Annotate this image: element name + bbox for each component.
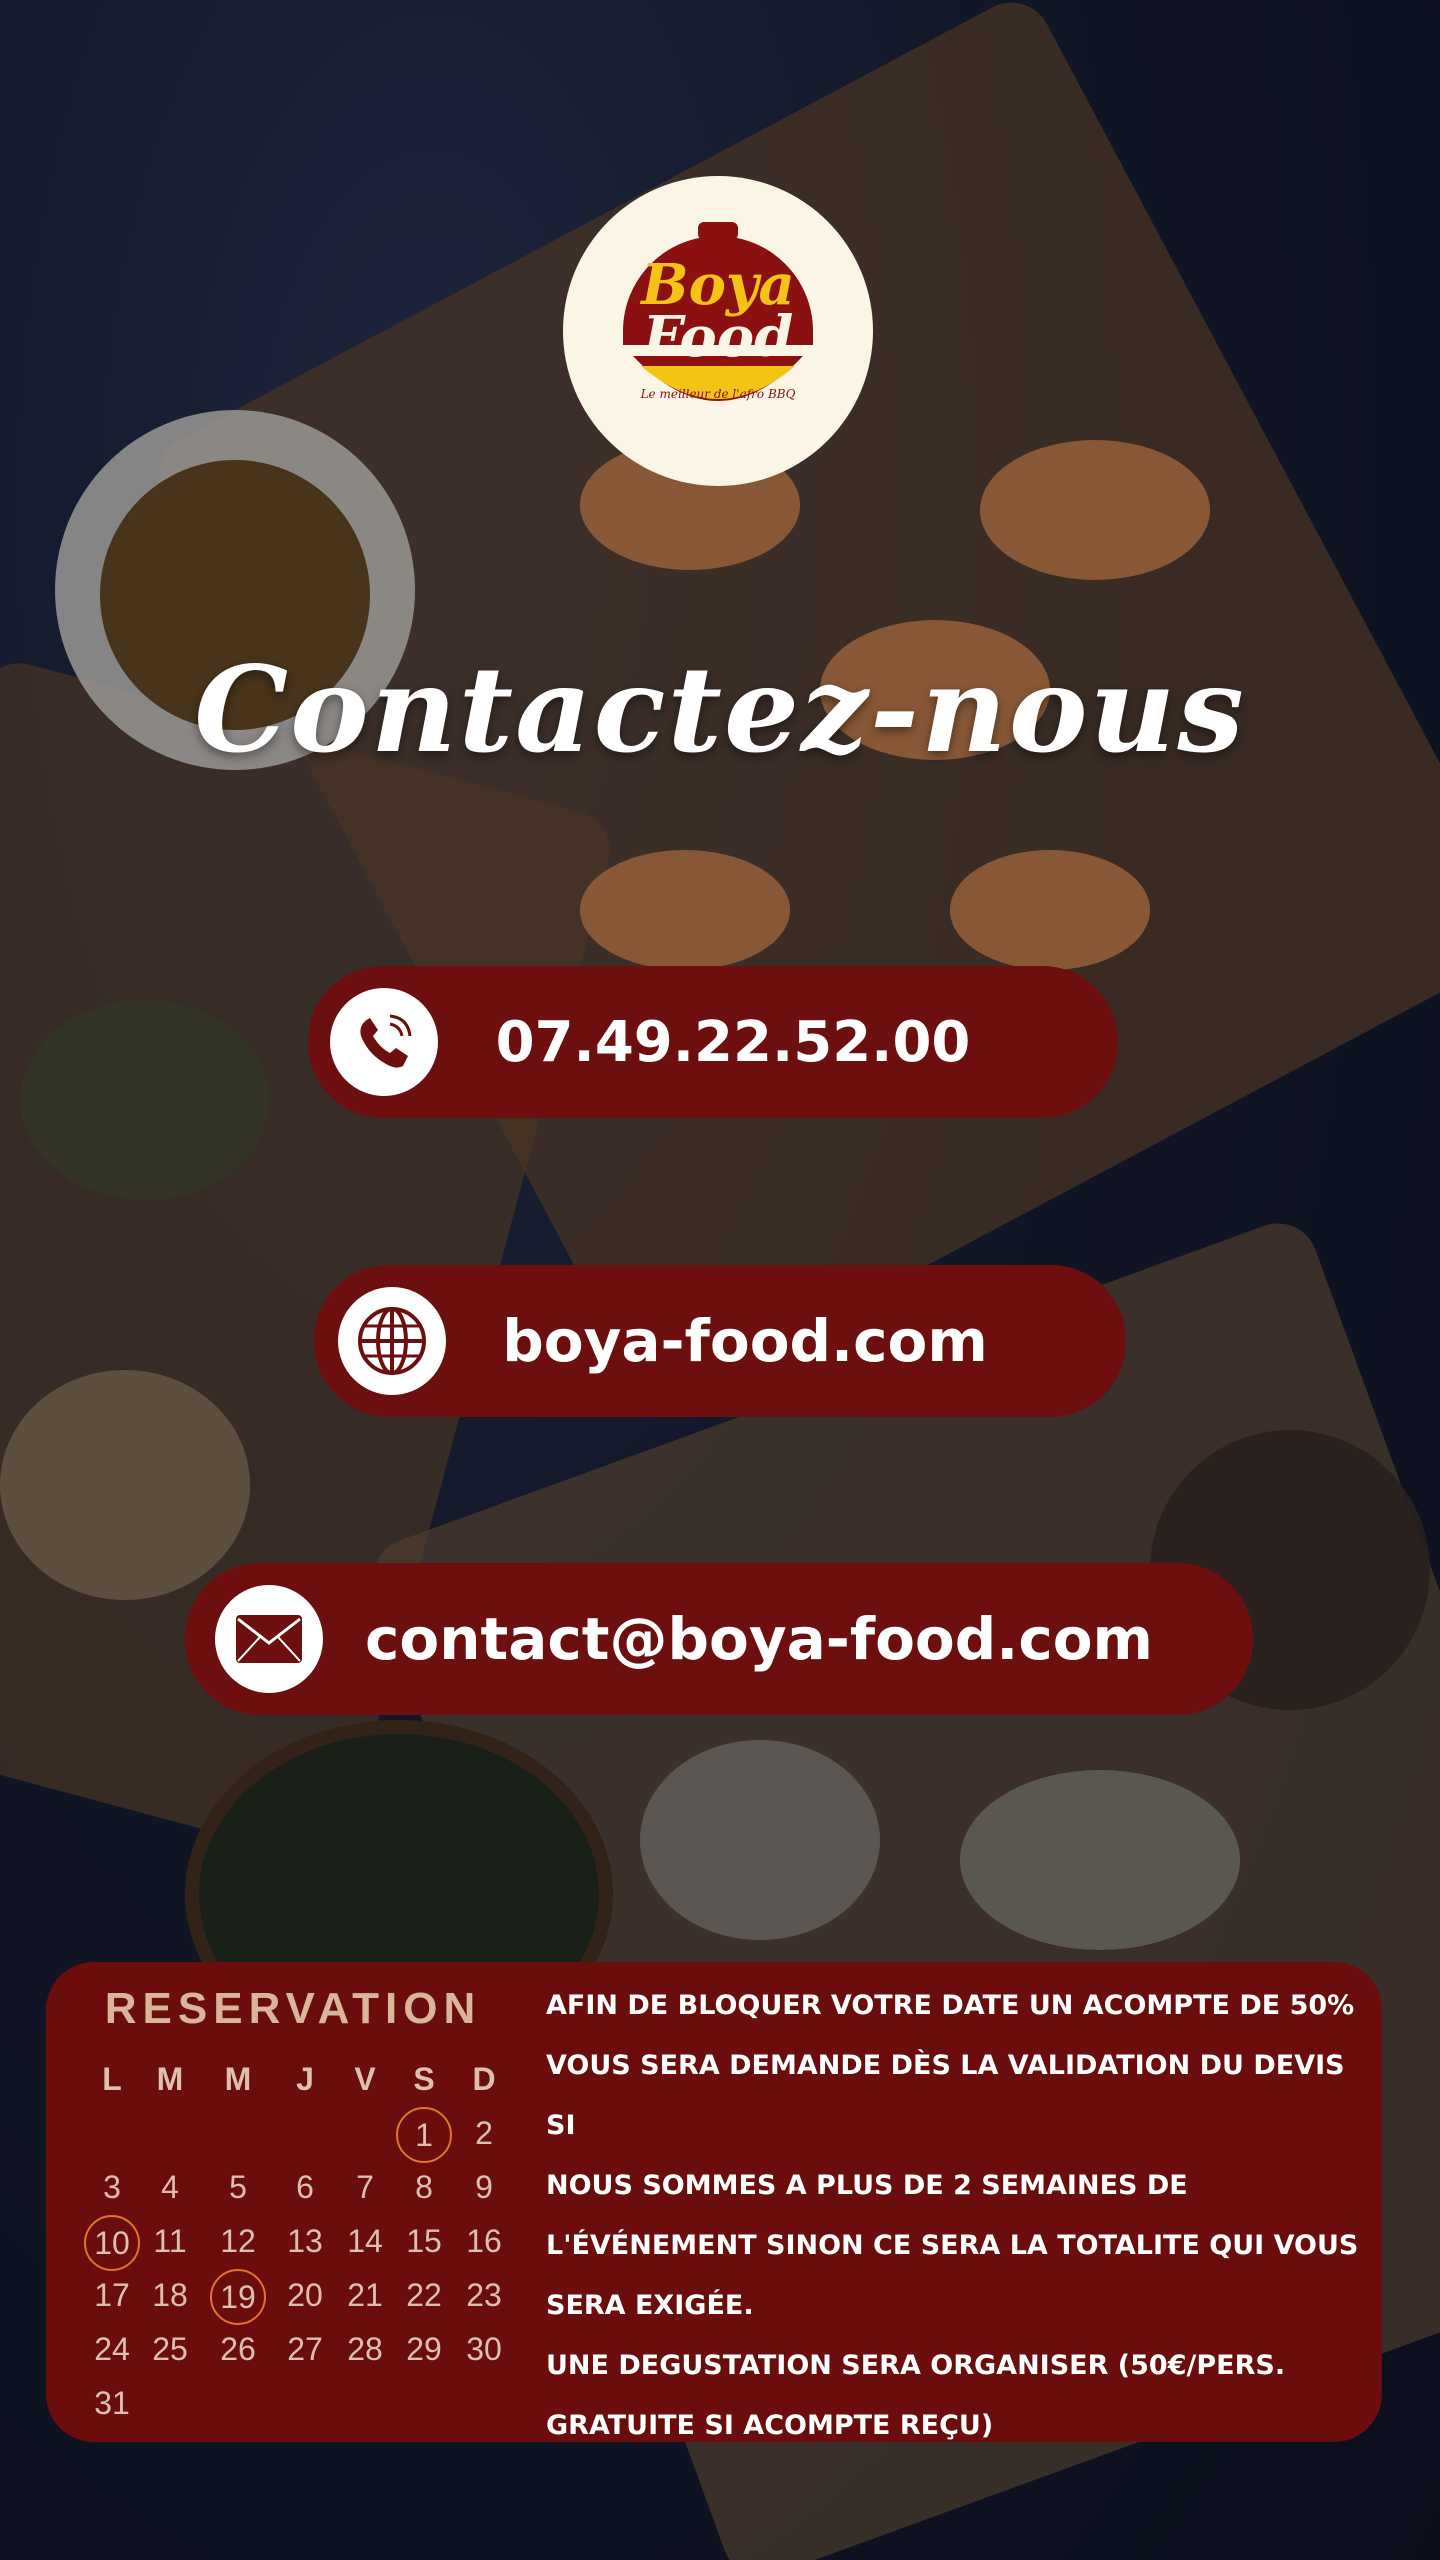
calendar-day-highlighted[interactable]: 19 bbox=[210, 2269, 266, 2325]
calendar-day[interactable]: 15 bbox=[394, 2216, 454, 2266]
phone-icon bbox=[330, 988, 438, 1096]
calendar-day[interactable]: 17 bbox=[82, 2270, 142, 2320]
calendar-day[interactable]: 11 bbox=[140, 2216, 200, 2266]
reservation-info-line: VOUS SERA DEMANDE DÈS LA VALIDATION DU D… bbox=[546, 2050, 1345, 2141]
phone-button[interactable]: 07.49.22.52.00 bbox=[308, 966, 1118, 1118]
calendar-day[interactable]: 7 bbox=[335, 2162, 395, 2212]
calendar-day[interactable]: 4 bbox=[140, 2162, 200, 2212]
calendar-day[interactable]: 23 bbox=[454, 2270, 514, 2320]
calendar-day[interactable]: 13 bbox=[275, 2216, 335, 2266]
reservation-info-line: L'ÉVÉNEMENT SINON CE SERA LA TOTALITE QU… bbox=[546, 2230, 1359, 2261]
weekday-header: M bbox=[156, 2061, 184, 2097]
brand-logo: Boya Food Le meilleur de l'afro BBQ bbox=[563, 176, 873, 486]
page-title: Contactez-nous bbox=[194, 640, 1246, 779]
calendar-day[interactable]: 27 bbox=[275, 2324, 335, 2374]
weekday-header: J bbox=[296, 2061, 314, 2097]
logo-text-food: Food bbox=[641, 304, 794, 370]
logo-tagline: Le meilleur de l'afro BBQ bbox=[640, 387, 796, 401]
calendar-day[interactable]: 21 bbox=[335, 2270, 395, 2320]
calendar-day-highlighted[interactable]: 10 bbox=[84, 2215, 140, 2271]
reservation-info-line: UNE DEGUSTATION SERA ORGANISER (50€/PERS… bbox=[546, 2350, 1286, 2381]
reservation-info-line: GRATUITE SI ACOMPTE REÇU) bbox=[546, 2410, 994, 2441]
reservation-info: AFIN DE BLOQUER VOTRE DATE UN ACOMPTE DE… bbox=[546, 1976, 1376, 2456]
weekday-header: V bbox=[354, 2061, 376, 2097]
calendar-day[interactable]: 2 bbox=[454, 2108, 514, 2158]
email-link[interactable]: contact@boya-food.com bbox=[185, 1563, 1253, 1715]
calendar-day[interactable]: 18 bbox=[140, 2270, 200, 2320]
calendar-day[interactable]: 6 bbox=[275, 2162, 335, 2212]
logo-graphic: Boya Food Le meilleur de l'afro BBQ bbox=[623, 222, 813, 401]
calendar-day[interactable]: 28 bbox=[335, 2324, 395, 2374]
calendar-day[interactable]: 24 bbox=[82, 2324, 142, 2374]
reservation-info-line: NOUS SOMMES A PLUS DE 2 SEMAINES DE bbox=[546, 2170, 1188, 2201]
calendar-day[interactable]: 25 bbox=[140, 2324, 200, 2374]
globe-icon bbox=[338, 1287, 446, 1395]
envelope-icon bbox=[215, 1585, 323, 1693]
calendar-day[interactable]: 16 bbox=[454, 2216, 514, 2266]
reservation-info-line: SERA EXIGÉE. bbox=[546, 2290, 754, 2321]
reservation-title: RESERVATION bbox=[104, 1984, 482, 2033]
calendar-day[interactable]: 26 bbox=[208, 2324, 268, 2374]
calendar-day-highlighted[interactable]: 1 bbox=[396, 2107, 452, 2163]
calendar-day[interactable]: 20 bbox=[275, 2270, 335, 2320]
calendar-day[interactable]: 8 bbox=[394, 2162, 454, 2212]
weekday-header: M bbox=[224, 2061, 252, 2097]
calendar-day[interactable]: 29 bbox=[394, 2324, 454, 2374]
reservation-info-line: AFIN DE BLOQUER VOTRE DATE UN ACOMPTE DE… bbox=[546, 1990, 1355, 2021]
calendar-day[interactable]: 5 bbox=[208, 2162, 268, 2212]
weekday-header: L bbox=[102, 2061, 122, 2097]
weekday-header: S bbox=[413, 2061, 435, 2097]
calendar-day[interactable]: 22 bbox=[394, 2270, 454, 2320]
weekday-header: D bbox=[472, 2061, 496, 2097]
calendar-day[interactable]: 12 bbox=[208, 2216, 268, 2266]
calendar-day[interactable]: 30 bbox=[454, 2324, 514, 2374]
calendar-day[interactable]: 9 bbox=[454, 2162, 514, 2212]
calendar-day[interactable]: 14 bbox=[335, 2216, 395, 2266]
reservation-panel: RESERVATION L M M J V S D 1 2 3 4 5 6 7 8 9 10 11 12 13 14 15… bbox=[46, 1962, 1382, 2442]
email-address: contact@boya-food.com bbox=[364, 1605, 1153, 1673]
website-link[interactable]: boya-food.com bbox=[314, 1265, 1126, 1417]
calendar-day[interactable]: 3 bbox=[82, 2162, 142, 2212]
calendar-day[interactable]: 31 bbox=[82, 2378, 142, 2428]
